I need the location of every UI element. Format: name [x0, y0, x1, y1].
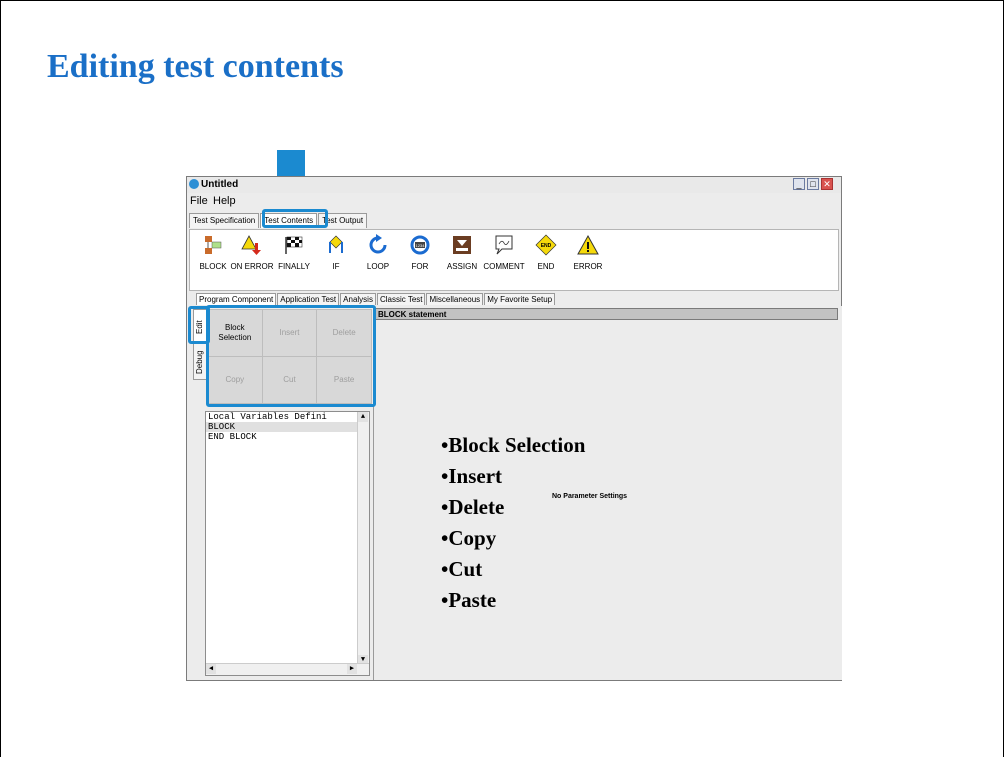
- component-tabs: Program Component Application Test Analy…: [196, 293, 556, 306]
- toolbar-loop[interactable]: LOOP: [356, 234, 400, 271]
- toolbar-comment-label: COMMENT: [483, 262, 525, 271]
- copy-button[interactable]: Copy: [208, 357, 262, 403]
- cut-button[interactable]: Cut: [262, 357, 317, 403]
- delete-button[interactable]: Delete: [317, 310, 371, 356]
- toolbar-finally-label: FINALLY: [278, 262, 310, 271]
- window-title: Untitled: [201, 179, 239, 190]
- title-bar: Untitled _ □ ✕: [187, 177, 841, 193]
- toolbar-for[interactable]: 1234 FOR: [398, 234, 442, 271]
- tab-program-component[interactable]: Program Component: [196, 293, 277, 305]
- toolbar-for-label: FOR: [411, 262, 429, 271]
- component-toolbar: BLOCK ON ERROR FINALLY IF LOOP 1234 FOR …: [189, 229, 839, 291]
- program-tree[interactable]: Local Variables Defini BLOCK END BLOCK ▲…: [205, 411, 370, 676]
- scroll-right-arrow-icon[interactable]: ▶: [347, 664, 357, 674]
- toolbar-on-error-label: ON ERROR: [230, 262, 274, 271]
- horizontal-scrollbar[interactable]: ◀ ▶: [206, 663, 369, 675]
- tab-debug-label: Debug: [195, 350, 204, 374]
- bullet-item: •Copy: [441, 526, 497, 550]
- tab-classic-test[interactable]: Classic Test: [376, 293, 426, 305]
- close-button[interactable]: ✕: [821, 178, 833, 190]
- tab-my-favorite-setup[interactable]: My Favorite Setup: [484, 293, 556, 305]
- tab-analysis[interactable]: Analysis: [340, 293, 376, 305]
- toolbar-end-label: END: [537, 262, 555, 271]
- end-icon: END: [535, 234, 557, 256]
- bullet-item: •Delete: [441, 495, 505, 519]
- bullet-item: •Block Selection: [441, 433, 586, 457]
- scroll-up-arrow-icon[interactable]: ▲: [358, 412, 368, 422]
- toolbar-finally[interactable]: FINALLY: [272, 234, 316, 271]
- toolbar-assign[interactable]: ASSIGN: [440, 234, 484, 271]
- tab-edit-label: Edit: [195, 320, 204, 334]
- comment-icon: [495, 235, 513, 255]
- insert-button[interactable]: Insert: [262, 310, 317, 356]
- toolbar-comment[interactable]: COMMENT: [482, 234, 526, 271]
- toolbar-end[interactable]: END END: [524, 234, 568, 271]
- tab-test-specification[interactable]: Test Specification: [189, 213, 260, 228]
- statement-header: BLOCK statement: [375, 308, 838, 320]
- toolbar-if-label: IF: [332, 262, 340, 271]
- toolbar-loop-label: LOOP: [366, 262, 390, 271]
- code-line[interactable]: BLOCK: [206, 422, 360, 432]
- tab-miscellaneous[interactable]: Miscellaneous: [426, 293, 484, 305]
- menu-bar: File Help: [187, 194, 841, 209]
- error-icon: [577, 234, 599, 255]
- svg-text:1234: 1234: [416, 243, 426, 248]
- maximize-button[interactable]: □: [807, 178, 819, 190]
- menu-help[interactable]: Help: [213, 195, 236, 207]
- toolbar-block-label: BLOCK: [199, 262, 227, 271]
- finally-icon: [285, 236, 303, 254]
- tab-debug[interactable]: Debug: [193, 342, 208, 380]
- vertical-scrollbar[interactable]: ▲ ▼: [357, 412, 369, 665]
- app-icon: [189, 179, 199, 189]
- code-line[interactable]: END BLOCK: [206, 432, 360, 442]
- edit-button-grid: Block Selection Insert Delete Copy Cut P…: [207, 309, 372, 404]
- tab-test-contents[interactable]: Test Contents: [260, 213, 318, 228]
- svg-text:END: END: [541, 243, 552, 249]
- loop-icon: [369, 234, 387, 254]
- tab-application-test[interactable]: Application Test: [277, 293, 340, 305]
- tab-edit[interactable]: Edit: [193, 309, 208, 343]
- tab-test-output[interactable]: Test Output: [318, 213, 368, 228]
- toolbar-assign-label: ASSIGN: [446, 262, 478, 271]
- on-error-icon: [241, 235, 261, 255]
- menu-file[interactable]: File: [190, 195, 208, 207]
- toolbar-on-error[interactable]: ON ERROR: [230, 234, 274, 271]
- toolbar-if[interactable]: IF: [314, 234, 358, 271]
- paste-button[interactable]: Paste: [317, 357, 371, 403]
- for-icon: 1234: [410, 235, 430, 255]
- bullet-item: •Cut: [441, 557, 483, 581]
- toolbar-error[interactable]: ERROR: [566, 234, 610, 271]
- bullet-list: •Block Selection •Insert •Delete •Copy •…: [441, 430, 585, 616]
- toolbar-error-label: ERROR: [573, 262, 603, 271]
- bullet-item: •Paste: [441, 588, 497, 612]
- block-selection-button[interactable]: Block Selection: [208, 310, 262, 356]
- bullet-item: •Insert: [441, 464, 503, 488]
- minimize-button[interactable]: _: [793, 178, 805, 190]
- assign-icon: [453, 236, 471, 254]
- toolbar-block[interactable]: BLOCK: [191, 234, 235, 271]
- scroll-left-arrow-icon[interactable]: ◀: [206, 664, 216, 674]
- main-tabs: Test Specification Test Contents Test Ou…: [189, 213, 368, 229]
- block-icon: [205, 236, 222, 254]
- code-line[interactable]: Local Variables Defini: [206, 412, 360, 422]
- slide-title: Editing test contents: [47, 48, 344, 85]
- if-icon: [329, 235, 343, 253]
- edit-panel: Edit Debug Block Selection Insert Delete…: [189, 306, 372, 680]
